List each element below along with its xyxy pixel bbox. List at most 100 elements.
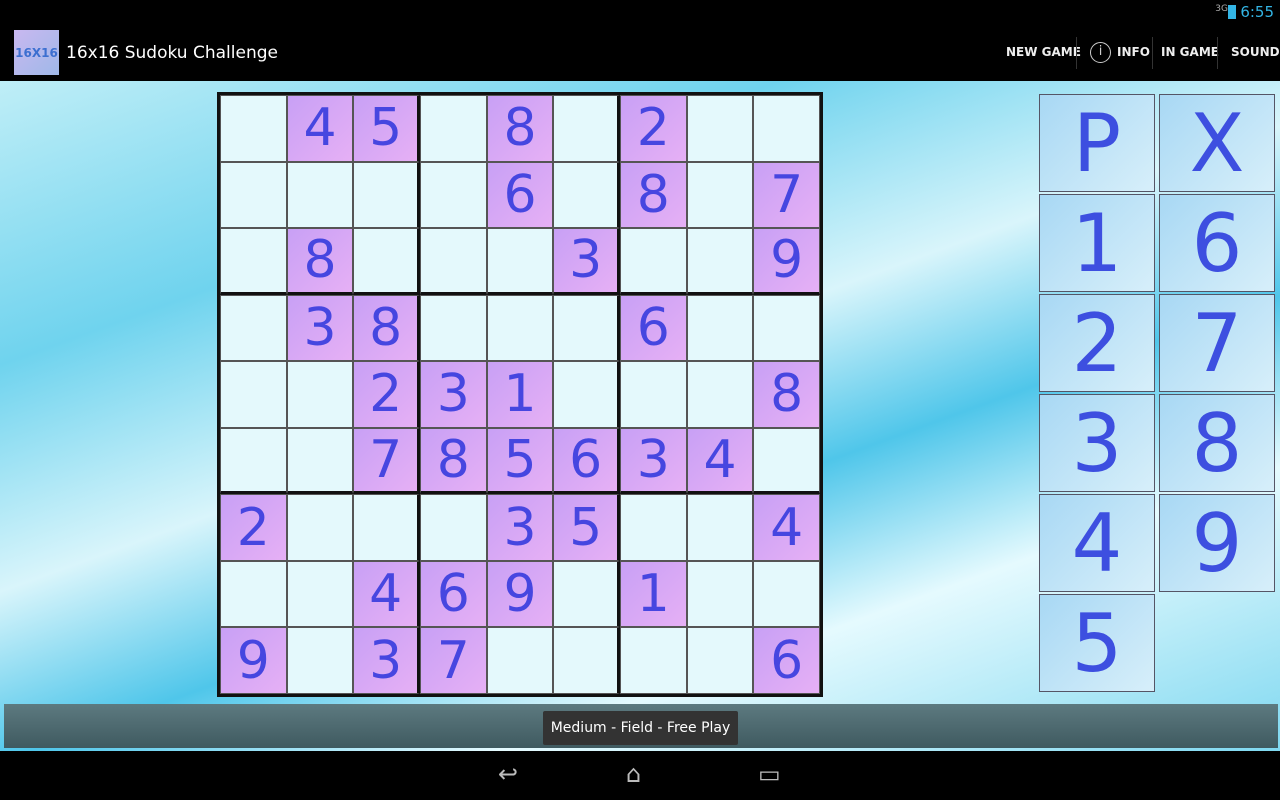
grid-cell[interactable] xyxy=(286,560,354,628)
keypad-key[interactable]: 2 xyxy=(1039,294,1155,392)
grid-cell[interactable]: 9 xyxy=(486,560,554,628)
keypad-key[interactable]: 6 xyxy=(1159,194,1275,292)
grid-cell[interactable]: 3 xyxy=(353,627,420,694)
grid-cell[interactable]: 8 xyxy=(286,228,354,295)
grid-cell[interactable]: 7 xyxy=(753,161,820,229)
grid-cell[interactable]: 3 xyxy=(486,494,554,561)
grid-cell[interactable] xyxy=(619,228,687,295)
grid-cell[interactable] xyxy=(486,294,554,362)
grid-cell[interactable]: 3 xyxy=(553,228,620,295)
grid-cell[interactable] xyxy=(553,95,620,162)
grid-cell[interactable] xyxy=(686,494,754,561)
grid-cell[interactable]: 4 xyxy=(686,427,754,495)
grid-cell[interactable] xyxy=(419,494,487,561)
grid-cell[interactable] xyxy=(619,361,687,428)
grid-cell[interactable]: 1 xyxy=(619,560,687,628)
grid-cell[interactable] xyxy=(353,228,420,295)
grid-cell[interactable] xyxy=(753,95,820,162)
grid-cell[interactable] xyxy=(286,161,354,229)
grid-cell[interactable] xyxy=(486,228,554,295)
grid-cell[interactable]: 3 xyxy=(419,361,487,428)
grid-cell[interactable]: 7 xyxy=(353,427,420,495)
recents-icon[interactable]: ▭ xyxy=(758,760,781,788)
grid-cell[interactable] xyxy=(286,494,354,561)
grid-cell[interactable] xyxy=(619,494,687,561)
grid-cell[interactable]: 6 xyxy=(486,161,554,229)
grid-cell[interactable]: 2 xyxy=(220,494,287,561)
grid-cell[interactable] xyxy=(686,95,754,162)
new-game-button[interactable]: NEW GAME xyxy=(1006,45,1081,59)
keypad-key[interactable]: 5 xyxy=(1039,594,1155,692)
grid-cell[interactable]: 4 xyxy=(753,494,820,561)
grid-cell[interactable] xyxy=(220,560,287,628)
grid-cell[interactable] xyxy=(686,560,754,628)
grid-cell[interactable] xyxy=(553,294,620,362)
grid-cell[interactable]: 4 xyxy=(353,560,420,628)
grid-cell[interactable] xyxy=(686,228,754,295)
keypad-key[interactable]: 9 xyxy=(1159,494,1275,592)
grid-cell[interactable] xyxy=(286,627,354,694)
grid-cell[interactable] xyxy=(353,494,420,561)
grid-cell[interactable]: 8 xyxy=(419,427,487,495)
keypad-key[interactable]: 4 xyxy=(1039,494,1155,592)
home-icon[interactable]: ⌂ xyxy=(626,760,641,788)
keypad-key[interactable]: 1 xyxy=(1039,194,1155,292)
info-button[interactable]: INFO xyxy=(1117,45,1150,59)
grid-cell[interactable]: 1 xyxy=(486,361,554,428)
grid-cell[interactable] xyxy=(753,294,820,362)
grid-cell[interactable]: 9 xyxy=(220,627,287,694)
grid-cell[interactable] xyxy=(220,228,287,295)
sound-button[interactable]: SOUND xyxy=(1231,45,1280,59)
grid-cell[interactable]: 3 xyxy=(286,294,354,362)
keypad-key[interactable]: X xyxy=(1159,94,1275,192)
grid-cell[interactable] xyxy=(419,161,487,229)
grid-cell[interactable]: 8 xyxy=(753,361,820,428)
grid-cell[interactable] xyxy=(619,627,687,694)
grid-cell[interactable] xyxy=(686,294,754,362)
grid-cell[interactable] xyxy=(553,560,620,628)
keypad-key[interactable]: 7 xyxy=(1159,294,1275,392)
grid-cell[interactable]: 2 xyxy=(353,361,420,428)
grid-cell[interactable] xyxy=(753,427,820,495)
grid-cell[interactable] xyxy=(220,161,287,229)
grid-cell[interactable] xyxy=(686,627,754,694)
grid-cell[interactable]: 5 xyxy=(353,95,420,162)
grid-cell[interactable]: 5 xyxy=(553,494,620,561)
grid-cell[interactable] xyxy=(686,161,754,229)
grid-cell[interactable]: 8 xyxy=(486,95,554,162)
grid-cell[interactable] xyxy=(686,361,754,428)
grid-cell[interactable] xyxy=(553,627,620,694)
grid-cell[interactable] xyxy=(220,294,287,362)
grid-cell[interactable]: 8 xyxy=(353,294,420,362)
keypad-key[interactable]: 3 xyxy=(1039,394,1155,492)
grid-cell[interactable]: 5 xyxy=(486,427,554,495)
keypad-key[interactable]: 8 xyxy=(1159,394,1275,492)
grid-cell[interactable]: 6 xyxy=(419,560,487,628)
back-icon[interactable]: ↩ xyxy=(498,760,518,788)
grid-cell[interactable] xyxy=(419,294,487,362)
grid-cell[interactable] xyxy=(486,627,554,694)
grid-cell[interactable]: 4 xyxy=(286,95,354,162)
grid-cell[interactable] xyxy=(286,361,354,428)
grid-cell[interactable]: 3 xyxy=(619,427,687,495)
grid-cell[interactable] xyxy=(220,361,287,428)
grid-cell[interactable]: 2 xyxy=(619,95,687,162)
grid-cell[interactable]: 9 xyxy=(753,228,820,295)
keypad-key[interactable]: P xyxy=(1039,94,1155,192)
in-game-button[interactable]: IN GAME xyxy=(1161,45,1219,59)
grid-cell[interactable]: 8 xyxy=(619,161,687,229)
grid-cell[interactable] xyxy=(419,95,487,162)
grid-cell[interactable]: 7 xyxy=(419,627,487,694)
grid-cell[interactable] xyxy=(353,161,420,229)
grid-cell[interactable]: 6 xyxy=(753,627,820,694)
grid-cell[interactable] xyxy=(753,560,820,628)
grid-cell[interactable] xyxy=(220,427,287,495)
grid-cell[interactable] xyxy=(419,228,487,295)
grid-cell[interactable] xyxy=(553,361,620,428)
grid-cell[interactable] xyxy=(220,95,287,162)
grid-cell[interactable]: 6 xyxy=(619,294,687,362)
grid-cell[interactable] xyxy=(553,161,620,229)
grid-cell[interactable]: 6 xyxy=(553,427,620,495)
grid-cell[interactable] xyxy=(286,427,354,495)
info-icon[interactable]: i xyxy=(1090,42,1111,63)
